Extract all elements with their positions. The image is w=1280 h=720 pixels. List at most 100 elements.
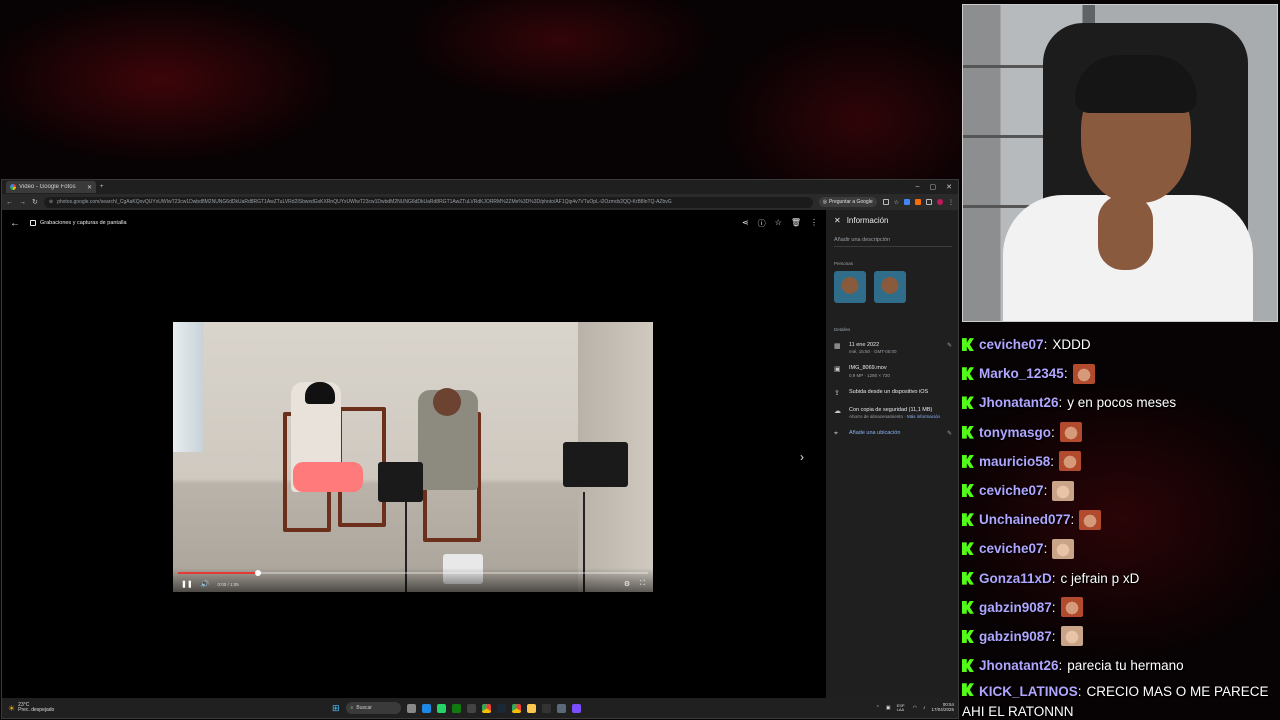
kick-badge-icon: [962, 659, 974, 673]
extension-icon-blue[interactable]: [904, 198, 910, 205]
obs-icon[interactable]: [466, 703, 476, 713]
close-info-icon[interactable]: ✕: [834, 216, 841, 225]
video-player[interactable]: ❚❚ 🔊 0:00 / 1:05 ⚙ ⛶: [173, 322, 653, 592]
xbox-icon[interactable]: [451, 703, 461, 713]
chat-username[interactable]: ceviche07: [979, 337, 1044, 352]
chrome-icon[interactable]: [481, 703, 491, 713]
app-icon-purple[interactable]: [571, 703, 581, 713]
task-view-icon[interactable]: [406, 703, 416, 713]
clock[interactable]: 00:54 17/04/2025: [931, 702, 954, 713]
site-info-icon[interactable]: ⊜: [49, 199, 53, 205]
chat-emote: [1060, 597, 1083, 618]
chat-message: ceviche07: XDDD: [962, 330, 1280, 359]
calculator-icon[interactable]: [556, 703, 566, 713]
new-tab-icon[interactable]: +: [100, 184, 104, 190]
info-icon[interactable]: ⓘ: [758, 218, 766, 229]
windows-taskbar: ☀ 23°C Prec. despejado ⊞ ⌕ Buscar ⌃ ▣ ES…: [2, 698, 958, 718]
video-camera-right: [563, 442, 628, 487]
location-row[interactable]: ⌖ Añade una ubicación ✎: [834, 430, 952, 438]
upload-value: Subida desde un dispositivo iOS: [849, 388, 929, 395]
browser-tab[interactable]: Video - Google Fotos ✕: [6, 181, 96, 193]
weather-widget[interactable]: ☀ 23°C Prec. despejado: [2, 702, 152, 714]
forward-icon[interactable]: →: [19, 199, 26, 206]
ask-google-button[interactable]: ◎ Preguntar a Google: [818, 197, 877, 207]
chat-username[interactable]: Gonza11xD: [979, 571, 1052, 586]
chat-username[interactable]: Marko_12345: [979, 366, 1064, 381]
back-arrow-icon[interactable]: ←: [10, 218, 20, 229]
close-window-icon[interactable]: ✕: [946, 183, 952, 191]
edge-icon[interactable]: [421, 703, 431, 713]
chat-username[interactable]: Unchained077: [979, 512, 1071, 527]
extension-icon-gray[interactable]: [926, 198, 932, 205]
chat-colon: :: [1050, 453, 1055, 469]
next-chevron-icon[interactable]: ›: [800, 450, 804, 464]
chrome-profile-icon[interactable]: [511, 703, 521, 713]
description-input[interactable]: Añadir una descripción: [834, 237, 952, 247]
url-field[interactable]: ⊜ photos.google.com/search/_CgAaKQovQUYx…: [43, 196, 813, 208]
edit-location-icon[interactable]: ✎: [947, 430, 952, 437]
chat-username[interactable]: tonymasgo: [979, 425, 1051, 440]
backup-cloud-icon: ☁: [834, 407, 841, 415]
chat-text: parecia tu hermano: [1067, 658, 1184, 674]
chat-username[interactable]: gabzin9087: [979, 600, 1052, 615]
album-chip[interactable]: Grabaciones y capturas de pantalla: [30, 220, 127, 226]
minimize-icon[interactable]: –: [916, 183, 920, 191]
person-face-1[interactable]: [834, 271, 866, 303]
chat-username[interactable]: gabzin9087: [979, 629, 1052, 644]
chat-username[interactable]: ceviche07: [979, 541, 1044, 556]
profile-avatar[interactable]: [937, 198, 943, 205]
extension-icon-orange[interactable]: [915, 198, 921, 205]
video-person-right-head: [433, 388, 461, 416]
menu-kebab-icon[interactable]: ⋮: [948, 199, 954, 206]
volume-icon[interactable]: 🔊: [201, 580, 210, 588]
add-location-link[interactable]: Añade una ubicación: [849, 430, 940, 437]
whatsapp-icon[interactable]: [436, 703, 446, 713]
chat-message: Marko_12345:: [962, 359, 1280, 388]
chat-username[interactable]: Jhonatant26: [979, 395, 1059, 410]
tray-lang[interactable]: ESP LAA: [897, 703, 907, 713]
more-options-icon[interactable]: ⋮: [810, 218, 818, 229]
maximize-icon[interactable]: ▢: [930, 183, 937, 191]
more-info-link[interactable]: Más información: [907, 414, 940, 419]
seek-bar[interactable]: [178, 570, 648, 576]
seek-handle[interactable]: [254, 570, 261, 576]
bookmark-star-icon[interactable]: ☆: [894, 199, 899, 206]
google-photos-icon: [10, 184, 16, 190]
app-icon-dark[interactable]: [541, 703, 551, 713]
reload-icon[interactable]: ↻: [32, 198, 38, 206]
video-controls: ❚❚ 🔊 0:00 / 1:05 ⚙ ⛶: [173, 568, 653, 592]
edit-date-icon[interactable]: ✎: [947, 342, 952, 349]
taskbar-search[interactable]: ⌕ Buscar: [345, 702, 401, 714]
person-face-2[interactable]: [874, 271, 906, 303]
address-bar-row: ← → ↻ ⊜ photos.google.com/search/_CgAaKQ…: [2, 194, 958, 210]
install-icon[interactable]: [882, 198, 889, 205]
tab-title: Video - Google Fotos: [19, 184, 76, 190]
chat-username[interactable]: ceviche07: [979, 483, 1044, 498]
chat-username[interactable]: Jhonatant26: [979, 658, 1059, 673]
people-label: Personas: [834, 261, 854, 266]
settings-gear-icon[interactable]: ⚙: [624, 580, 630, 588]
share-icon[interactable]: ⋖: [742, 218, 749, 229]
file-explorer-icon[interactable]: [526, 703, 536, 713]
tray-chevron-icon[interactable]: ⌃: [876, 705, 880, 711]
tray-app-icon[interactable]: ▣: [886, 705, 891, 711]
pause-icon[interactable]: ❚❚: [181, 580, 193, 588]
steam-icon[interactable]: [496, 703, 506, 713]
close-tab-icon[interactable]: ✕: [87, 184, 92, 191]
video-time: 0:00 / 1:05: [217, 581, 239, 587]
date-value: 11 ene 2022: [849, 342, 880, 348]
file-sub: 0,9 MP · 1280 × 720: [849, 372, 890, 378]
chat-username[interactable]: mauricio58: [979, 454, 1050, 469]
viewer-toolbar: ← Grabaciones y capturas de pantalla ⋖ ⓘ…: [2, 210, 826, 236]
favorite-star-icon[interactable]: ☆: [775, 218, 782, 229]
volume-tray-icon[interactable]: ♪: [923, 705, 926, 711]
chat-username[interactable]: KICK_LATINOS: [979, 684, 1078, 699]
wifi-icon[interactable]: ◠: [913, 705, 917, 711]
fullscreen-icon[interactable]: ⛶: [640, 580, 645, 588]
back-icon[interactable]: ←: [6, 199, 13, 206]
windows-start-icon[interactable]: ⊞: [332, 703, 340, 714]
file-row: ▣ IMG_8069.mov 0,9 MP · 1280 × 720: [834, 365, 952, 378]
trash-icon[interactable]: 🗑: [791, 218, 801, 229]
kick-badge-icon: [962, 484, 974, 498]
chat-colon: :: [1063, 366, 1068, 382]
